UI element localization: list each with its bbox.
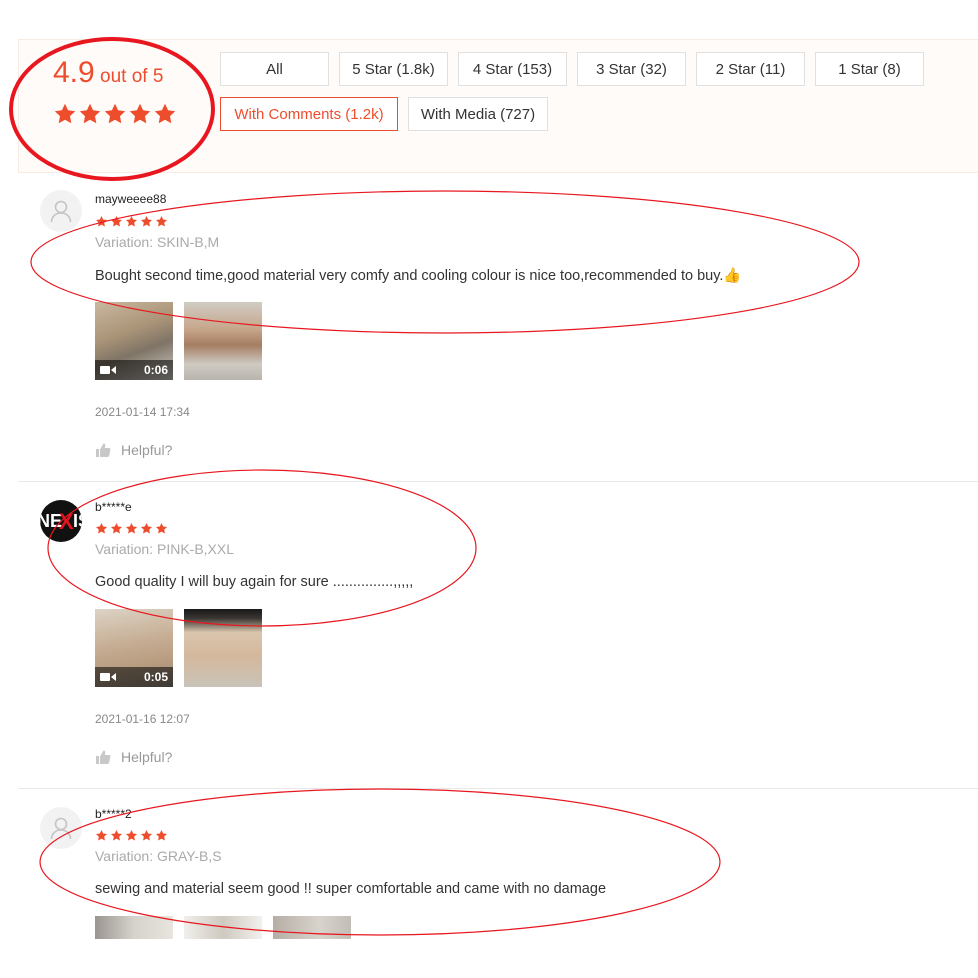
star-icon — [155, 829, 168, 841]
helpful-button[interactable]: Helpful? — [95, 749, 172, 765]
star-icon — [125, 215, 138, 227]
star-icon — [54, 103, 76, 124]
default-user-icon — [50, 817, 72, 840]
review-date: 2021-01-16 12:07 — [95, 712, 190, 726]
helpful-label: Helpful? — [121, 442, 173, 458]
review-comment: sewing and material seem good !! super c… — [95, 881, 607, 897]
review-stars — [95, 215, 168, 228]
avatar[interactable] — [40, 190, 82, 232]
helpful-button[interactable]: Helpful? — [95, 442, 172, 458]
filter-1-star-button[interactable]: 1 Star (8) — [815, 52, 924, 86]
thumbs-up-icon — [96, 443, 111, 457]
review-image-thumbnail[interactable] — [273, 916, 351, 939]
filter-2-star-button[interactable]: 2 Star (11) — [696, 52, 805, 86]
svg-text:IS: IS — [73, 511, 82, 531]
star-icon — [79, 103, 101, 124]
star-icon — [95, 522, 108, 534]
rating-stars — [53, 102, 177, 126]
star-icon — [129, 103, 151, 124]
star-icon — [154, 103, 176, 124]
star-icon — [155, 522, 168, 534]
thumbs-up-icon — [96, 750, 111, 764]
review-image-thumbnail[interactable] — [184, 302, 262, 380]
review-media — [95, 916, 351, 939]
review-username: mayweeee88 — [95, 192, 167, 206]
filter-3-star-button[interactable]: 3 Star (32) — [577, 52, 686, 86]
filter-4-star-button[interactable]: 4 Star (153) — [458, 52, 567, 86]
rating-score-value: 4.9 — [53, 56, 95, 89]
review-username: b*****2 — [95, 807, 132, 821]
star-icon — [140, 829, 153, 841]
star-icon — [125, 829, 138, 841]
review-divider — [18, 788, 978, 789]
star-icon — [110, 829, 123, 841]
filter-with-comments-button[interactable]: With Comments (1.2k) — [220, 97, 398, 131]
star-icon — [155, 215, 168, 227]
star-icon — [110, 522, 123, 534]
filter-5-star-button[interactable]: 5 Star (1.8k) — [339, 52, 448, 86]
star-icon — [95, 829, 108, 841]
review-variation: Variation: SKIN-B,M — [95, 234, 220, 250]
review-variation: Variation: GRAY-B,S — [95, 848, 222, 864]
nexis-logo: NE X IS — [40, 509, 82, 534]
video-camera-icon — [100, 672, 116, 682]
review-image-thumbnail[interactable] — [95, 916, 173, 939]
review-image-thumbnail[interactable] — [184, 916, 262, 939]
star-icon — [110, 215, 123, 227]
filter-all-button[interactable]: All — [220, 52, 329, 86]
star-icon — [104, 103, 126, 124]
review-video-thumbnail[interactable]: 0:05 — [95, 609, 173, 687]
review-divider — [18, 481, 978, 482]
review-stars — [95, 829, 168, 842]
star-icon — [140, 522, 153, 534]
rating-score: 4.9 out of 5 — [53, 56, 163, 90]
default-user-icon — [50, 200, 72, 223]
rating-out-of: out of 5 — [94, 66, 164, 87]
review-variation: Variation: PINK-B,XXL — [95, 541, 235, 557]
star-icon — [95, 215, 108, 227]
review-media: 0:06 — [95, 302, 262, 380]
video-duration: 0:05 — [143, 670, 168, 684]
helpful-label: Helpful? — [121, 749, 173, 765]
video-duration: 0:06 — [143, 363, 168, 377]
review-media: 0:05 — [95, 609, 262, 687]
review-video-thumbnail[interactable]: 0:06 — [95, 302, 173, 380]
star-icon — [140, 215, 153, 227]
review-stars — [95, 522, 168, 535]
review-username: b*****e — [95, 500, 132, 514]
star-icon — [125, 522, 138, 534]
review-image-thumbnail[interactable] — [184, 609, 262, 687]
video-camera-icon — [100, 365, 116, 375]
avatar[interactable] — [40, 807, 82, 849]
filter-with-media-button[interactable]: With Media (727) — [408, 97, 548, 131]
review-date: 2021-01-14 17:34 — [95, 405, 190, 419]
review-comment: Bought second time,good material very co… — [95, 268, 742, 284]
svg-text:X: X — [59, 509, 74, 534]
avatar[interactable]: NE X IS — [40, 500, 82, 542]
review-comment: Good quality I will buy again for sure .… — [95, 574, 414, 590]
